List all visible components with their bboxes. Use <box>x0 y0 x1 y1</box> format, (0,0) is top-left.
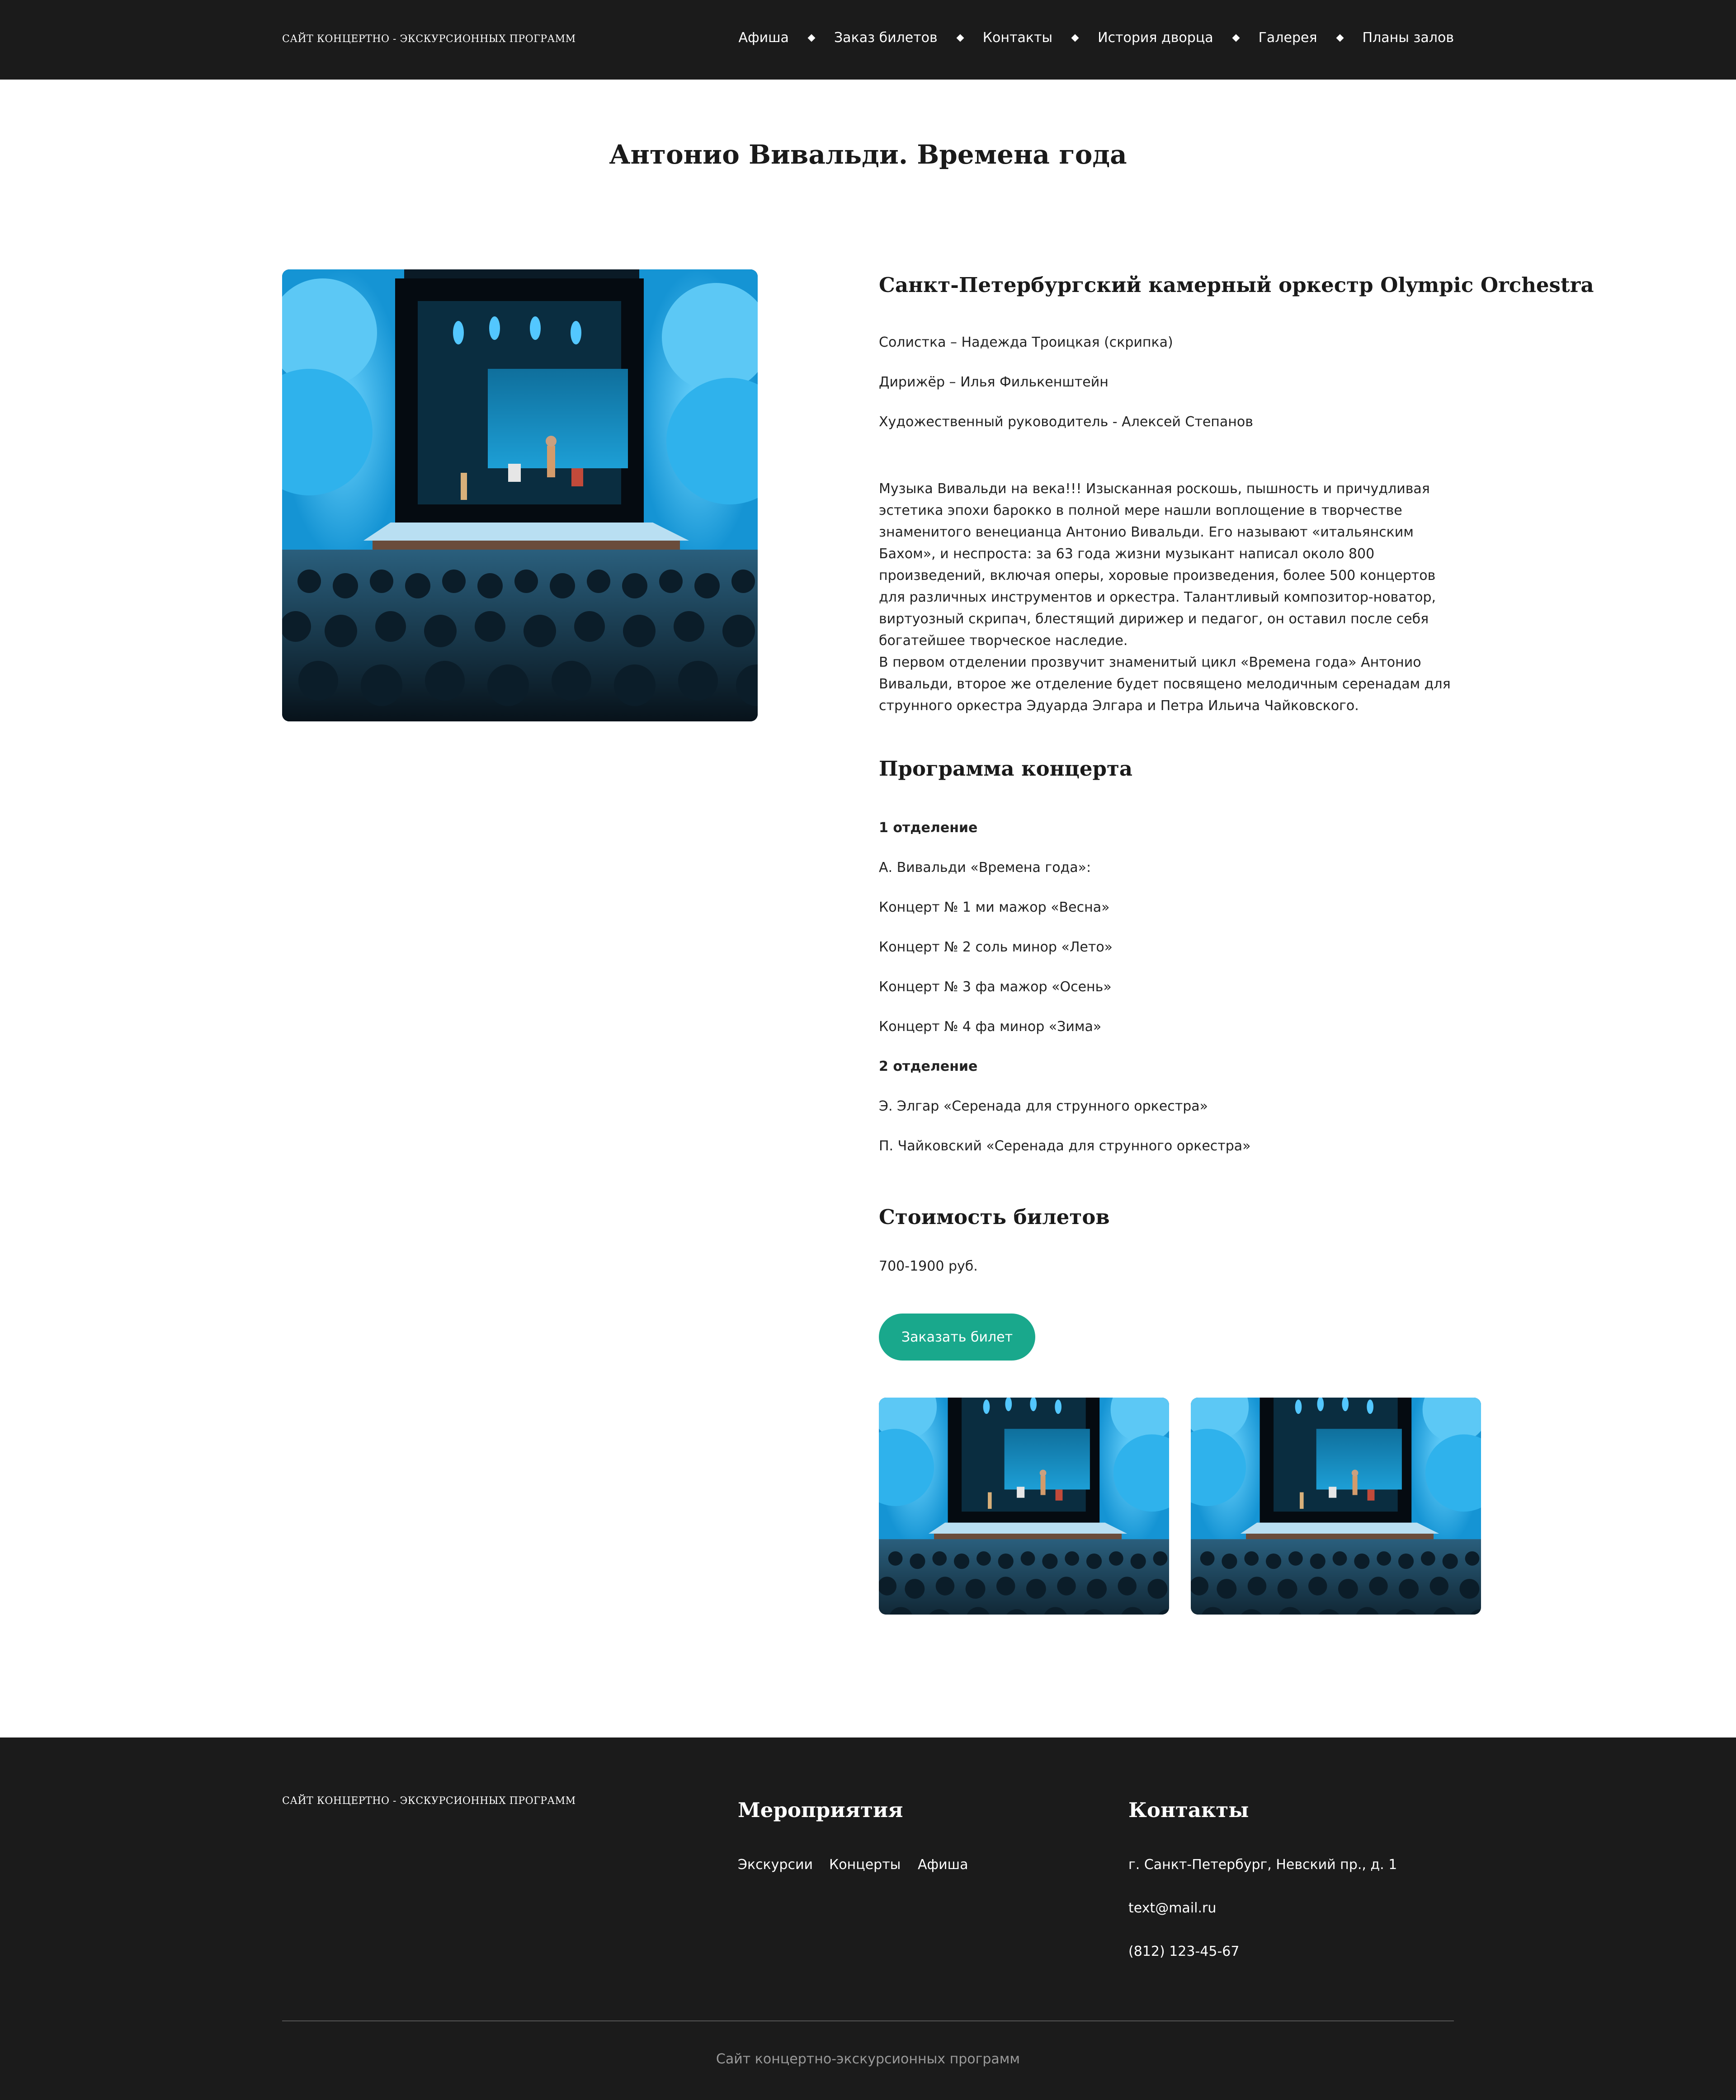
orchestra-title: Санкт-Петербургский камерный оркестр Oly… <box>879 273 1594 297</box>
footer-address: г. Санкт-Петербург, Невский пр., д. 1 <box>1128 1857 1397 1873</box>
concert-hall-photo <box>1191 1398 1481 1615</box>
footer-divider <box>282 2020 1454 2021</box>
footer-events-title: Мероприятия <box>738 1798 903 1822</box>
program-item: Э. Элгар «Серенада для струнного оркестр… <box>879 1098 1208 1114</box>
nav-item-hall-plans[interactable]: Планы залов <box>1363 30 1454 46</box>
nav-item-history[interactable]: История дворца <box>1098 30 1213 46</box>
program-item: П. Чайковский «Серенада для струнного ор… <box>879 1138 1251 1154</box>
order-ticket-button[interactable]: Заказать билет <box>879 1314 1035 1361</box>
nav-separator <box>956 34 964 42</box>
program-item: Концерт № 3 фа мажор «Осень» <box>879 979 1112 995</box>
footer-brand[interactable]: САЙТ КОНЦЕРТНО - ЭКСКУРСИОННЫХ ПРОГРАММ <box>282 1795 576 1807</box>
program-part2-title: 2 отделение <box>879 1059 978 1074</box>
program-item: А. Вивальди «Времена года»: <box>879 860 1091 876</box>
concert-hall-photo <box>879 1398 1169 1615</box>
program-title: Программа концерта <box>879 757 1133 781</box>
footer-contacts-title: Контакты <box>1128 1798 1249 1822</box>
main-nav: Афиша Заказ билетов Контакты История дво… <box>738 30 1454 46</box>
soloist-line: Солистка – Надежда Троицкая (скрипка) <box>879 334 1173 350</box>
event-main-image <box>282 269 758 721</box>
gallery-thumbnail[interactable] <box>1191 1398 1481 1615</box>
page-title: Антонио Вивальди. Времена года <box>609 139 1127 170</box>
nav-separator <box>1232 34 1240 42</box>
footer-copyright: Сайт концертно-экскурсионных программ <box>716 2051 1020 2067</box>
nav-item-tickets[interactable]: Заказ билетов <box>834 30 938 46</box>
director-line: Художественный руководитель - Алексей Ст… <box>879 414 1253 430</box>
conductor-line: Дирижёр – Илья Филькенштейн <box>879 374 1109 390</box>
program-part1-title: 1 отделение <box>879 820 978 836</box>
footer-link-excursions[interactable]: Экскурсии <box>738 1857 813 1873</box>
footer-link-afisha[interactable]: Афиша <box>918 1857 968 1873</box>
description-paragraph: Музыка Вивальди на века!!! Изысканная ро… <box>879 481 1436 649</box>
nav-item-contacts[interactable]: Контакты <box>983 30 1052 46</box>
nav-separator <box>1071 34 1079 42</box>
nav-separator <box>1336 34 1344 42</box>
footer-link-concerts[interactable]: Концерты <box>829 1857 901 1873</box>
nav-item-gallery[interactable]: Галерея <box>1259 30 1317 46</box>
program-item: Концерт № 4 фа минор «Зима» <box>879 1019 1102 1035</box>
nav-item-afisha[interactable]: Афиша <box>738 30 789 46</box>
ticket-price: 700-1900 руб. <box>879 1258 978 1274</box>
description-paragraph: В первом отделении прозвучит знаменитый … <box>879 654 1451 714</box>
program-item: Концерт № 1 ми мажор «Весна» <box>879 899 1110 915</box>
program-item: Концерт № 2 соль минор «Лето» <box>879 939 1113 955</box>
site-header: САЙТ КОНЦЕРТНО - ЭКСКУРСИОННЫХ ПРОГРАММ … <box>0 0 1736 80</box>
footer-phone[interactable]: (812) 123-45-67 <box>1128 1944 1239 1959</box>
site-brand[interactable]: САЙТ КОНЦЕРТНО - ЭКСКУРСИОННЫХ ПРОГРАММ <box>282 33 576 45</box>
nav-separator <box>807 34 816 42</box>
tickets-title: Стоимость билетов <box>879 1205 1110 1229</box>
footer-email[interactable]: text@mail.ru <box>1128 1900 1216 1916</box>
gallery-thumbnail[interactable] <box>879 1398 1169 1615</box>
concert-hall-photo <box>282 269 758 721</box>
site-footer: САЙТ КОНЦЕРТНО - ЭКСКУРСИОННЫХ ПРОГРАММ … <box>0 1737 1736 2100</box>
